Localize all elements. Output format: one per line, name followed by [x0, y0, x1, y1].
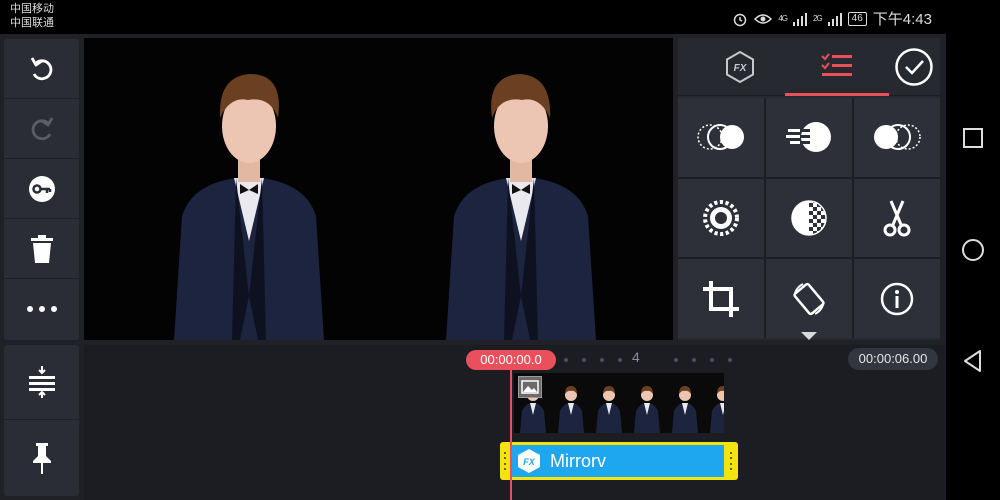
scissors-icon — [883, 200, 911, 237]
video-clip[interactable] — [514, 373, 724, 433]
confirm-button[interactable] — [890, 38, 938, 96]
option-info[interactable] — [854, 259, 940, 338]
signal-1-label: 4G — [778, 14, 788, 23]
option-blend-in[interactable] — [678, 98, 764, 177]
alarm-icon — [734, 13, 747, 26]
status-icons: 4G 2G 46 下午4:43 — [732, 8, 932, 29]
back-triangle-icon — [964, 350, 981, 372]
clock: 下午4:43 — [872, 11, 932, 28]
more-icon — [26, 306, 57, 312]
more-button[interactable] — [4, 279, 79, 339]
signal-bars-2-icon — [827, 12, 842, 26]
effect-options-grid — [678, 98, 940, 338]
clip-thumbnail — [552, 373, 590, 433]
system-navbar — [946, 0, 1000, 500]
back-button[interactable] — [960, 348, 986, 374]
track-align-button[interactable] — [4, 345, 79, 420]
signal-2-label: 2G — [813, 14, 823, 23]
clip-thumbnail — [666, 373, 704, 433]
duration-badge: 00:00:06.00 — [848, 348, 938, 370]
status-bar: 中国移动 中国联通 4G 2G 46 下午4:43 — [0, 0, 946, 34]
pin-button[interactable] — [4, 420, 79, 495]
track-align-icon — [28, 366, 55, 398]
effect-clip-body[interactable]: FX Mirrorv — [510, 445, 724, 477]
image-clip-icon — [518, 376, 542, 398]
svg-text:FX: FX — [523, 457, 535, 467]
home-button[interactable] — [960, 237, 986, 263]
option-crop[interactable] — [678, 259, 764, 338]
carrier-2: 中国联通 — [10, 17, 54, 29]
circle-icon — [962, 239, 984, 261]
effect-clip-left-handle[interactable] — [504, 452, 506, 470]
edit-toolbar — [4, 39, 79, 340]
square-icon — [963, 128, 983, 148]
eye-icon — [754, 13, 773, 24]
video-preview[interactable] — [84, 38, 673, 340]
fx-icon: FX — [726, 50, 754, 84]
redo-icon — [31, 116, 53, 140]
undo-button[interactable] — [4, 39, 79, 99]
option-blend-out[interactable] — [854, 98, 940, 177]
signal-bars-icon — [793, 12, 807, 26]
checklist-icon — [821, 52, 852, 76]
panel-expand-arrow-icon[interactable] — [801, 332, 817, 340]
info-icon — [880, 282, 914, 315]
check-circle-icon — [895, 48, 933, 86]
preview-person-left — [174, 74, 324, 340]
gear-icon — [703, 199, 739, 236]
keyframe-button[interactable] — [4, 159, 79, 219]
battery-indicator: 46 — [847, 11, 867, 26]
tab-settings[interactable] — [785, 38, 889, 96]
blend-left-icon — [697, 124, 744, 151]
preview-person-right — [446, 74, 596, 340]
carrier-names: 中国移动 中国联通 — [10, 2, 54, 30]
redo-button[interactable] — [4, 99, 79, 159]
rotate-icon — [793, 282, 825, 315]
playhead-time[interactable]: 00:00:00.0 — [466, 350, 556, 370]
effect-clip-label: Mirrorv — [550, 450, 606, 471]
timeline-toolbar — [4, 345, 79, 496]
carrier-1: 中国移动 — [10, 3, 54, 15]
playhead[interactable] — [510, 370, 512, 500]
effect-panel: FX — [678, 38, 940, 340]
time-ruler — [564, 358, 732, 362]
option-split[interactable] — [854, 178, 940, 258]
trash-icon — [30, 234, 53, 263]
timeline[interactable]: 4 00:00:06.00 FX Mirrorv 00:00:00.0 — [84, 345, 946, 500]
crop-icon — [703, 280, 739, 317]
effect-clip[interactable]: FX Mirrorv — [500, 442, 738, 480]
option-settings[interactable] — [678, 178, 764, 258]
clip-thumbnail — [704, 373, 724, 433]
clip-thumbnail — [590, 373, 628, 433]
key-icon — [28, 175, 55, 202]
clip-thumbnail — [628, 373, 666, 433]
tab-fx[interactable]: FX — [692, 38, 788, 96]
pin-icon — [32, 442, 51, 474]
ruler-tick-label: 4 — [632, 349, 640, 365]
undo-icon — [30, 56, 52, 80]
option-speed[interactable] — [766, 98, 852, 177]
speed-icon — [786, 122, 831, 153]
option-opacity[interactable] — [766, 178, 852, 258]
option-rotate[interactable] — [766, 259, 852, 338]
svg-text:FX: FX — [734, 63, 748, 74]
panel-tabs: FX — [678, 38, 940, 96]
checker-circle-icon — [791, 200, 827, 236]
blend-right-icon — [874, 124, 921, 151]
effect-clip-right-handle[interactable] — [730, 452, 732, 470]
fx-icon: FX — [518, 449, 540, 473]
video-editor: FX 4 00:00:06.00 FX Mirrorv 00:00:00.0 — [0, 34, 946, 500]
recent-apps-button[interactable] — [960, 125, 986, 151]
delete-button[interactable] — [4, 219, 79, 279]
